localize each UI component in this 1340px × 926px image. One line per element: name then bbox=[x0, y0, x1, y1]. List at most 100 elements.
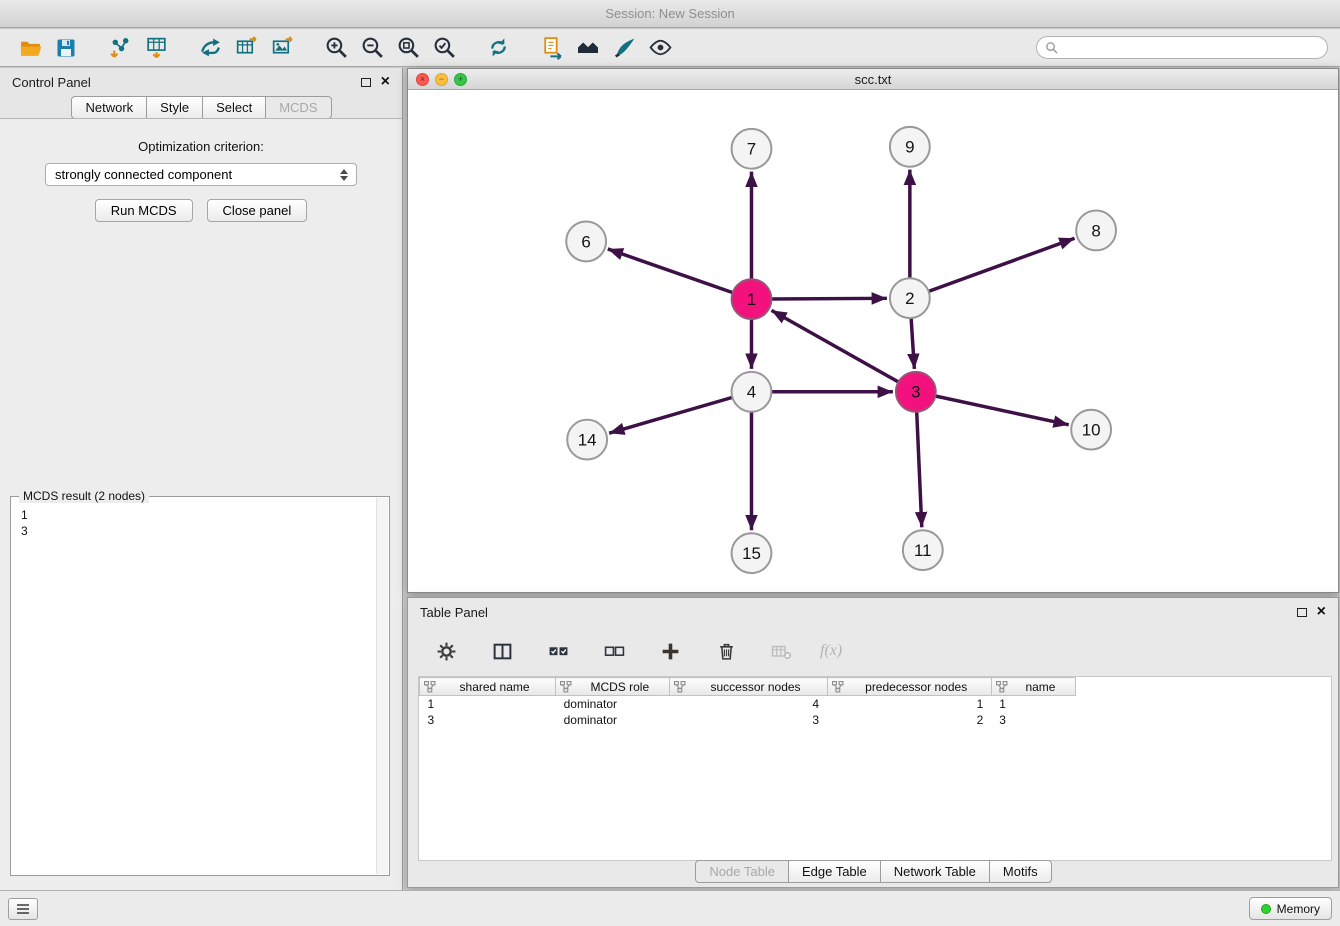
save-session-button[interactable] bbox=[48, 32, 84, 64]
export-table-icon bbox=[234, 35, 259, 60]
add-column-button[interactable] bbox=[652, 635, 688, 667]
column-header-shared-name[interactable]: shared name bbox=[420, 678, 556, 696]
graph-node-14[interactable]: 14 bbox=[567, 420, 607, 460]
table-cell[interactable]: 1 bbox=[420, 696, 556, 712]
cell-filler bbox=[1076, 696, 1331, 712]
zoom-selected-icon bbox=[432, 35, 457, 60]
style-brush-icon bbox=[612, 35, 637, 60]
table-row[interactable]: 1dominator411 bbox=[420, 696, 1332, 712]
show-hide-button[interactable] bbox=[642, 32, 678, 64]
graph-edge-1-2[interactable] bbox=[771, 298, 887, 299]
table-cell[interactable]: dominator bbox=[556, 712, 670, 728]
graph-edge-3-11[interactable] bbox=[917, 412, 922, 528]
table-cell[interactable]: 1 bbox=[827, 696, 991, 712]
show-columns-button[interactable] bbox=[484, 635, 520, 667]
node-table: shared nameMCDS rolesuccessor nodesprede… bbox=[418, 676, 1332, 861]
memory-label: Memory bbox=[1277, 902, 1320, 916]
export-image-button[interactable] bbox=[264, 32, 300, 64]
table-cell[interactable]: 3 bbox=[420, 712, 556, 728]
graph-node-label: 15 bbox=[742, 544, 761, 563]
graph-node-7[interactable]: 7 bbox=[732, 129, 772, 169]
export-table-button[interactable] bbox=[228, 32, 264, 64]
graph-node-6[interactable]: 6 bbox=[566, 221, 606, 261]
graph-edge-2-8[interactable] bbox=[929, 238, 1075, 291]
graph-edge-3-1[interactable] bbox=[771, 310, 898, 382]
graph-node-label: 7 bbox=[747, 140, 756, 159]
zoom-out-button[interactable] bbox=[354, 32, 390, 64]
export-network-button[interactable] bbox=[192, 32, 228, 64]
graph-node-4[interactable]: 4 bbox=[732, 372, 772, 412]
import-network-button[interactable] bbox=[102, 32, 138, 64]
table-cell[interactable]: dominator bbox=[556, 696, 670, 712]
tab-mcds[interactable]: MCDS bbox=[265, 96, 331, 119]
mcds-result-list: 13 bbox=[13, 499, 375, 873]
table-cell[interactable]: 1 bbox=[991, 696, 1075, 712]
close-window-icon[interactable]: × bbox=[416, 73, 429, 86]
home-button[interactable] bbox=[570, 32, 606, 64]
graph-node-11[interactable]: 11 bbox=[903, 530, 943, 570]
zoom-selected-button[interactable] bbox=[426, 32, 462, 64]
function-builder-icon[interactable]: f(x) bbox=[820, 642, 842, 660]
close-table-panel-icon[interactable]: × bbox=[1317, 604, 1326, 620]
maximize-window-icon[interactable]: + bbox=[454, 73, 467, 86]
minimize-window-icon[interactable]: − bbox=[435, 73, 448, 86]
table-cell[interactable]: 4 bbox=[670, 696, 827, 712]
apply-layout-button[interactable] bbox=[480, 32, 516, 64]
tab-motifs[interactable]: Motifs bbox=[989, 860, 1052, 883]
import-table-button[interactable] bbox=[138, 32, 174, 64]
column-header-name[interactable]: name bbox=[991, 678, 1075, 696]
tab-select[interactable]: Select bbox=[202, 96, 266, 119]
table-cell[interactable]: 3 bbox=[991, 712, 1075, 728]
tab-network-table[interactable]: Network Table bbox=[880, 860, 990, 883]
graph-edge-3-10[interactable] bbox=[935, 396, 1068, 425]
table-cell[interactable]: 2 bbox=[827, 712, 991, 728]
column-header-predecessor-nodes[interactable]: predecessor nodes bbox=[827, 678, 991, 696]
open-session-button[interactable] bbox=[12, 32, 48, 64]
tab-network[interactable]: Network bbox=[71, 96, 147, 119]
graph-node-15[interactable]: 15 bbox=[732, 533, 772, 573]
graph-node-2[interactable]: 2 bbox=[890, 278, 930, 318]
table-cell[interactable]: 3 bbox=[670, 712, 827, 728]
graph-edge-2-3[interactable] bbox=[911, 318, 914, 369]
network-graph[interactable]: 7 9 6 8 1 2 4 3 10 14 15 11 bbox=[408, 91, 1338, 592]
tab-node-table[interactable]: Node Table bbox=[695, 860, 789, 883]
apply-style-button[interactable] bbox=[606, 32, 642, 64]
result-scrollbar[interactable] bbox=[376, 498, 388, 874]
graph-node-label: 9 bbox=[905, 138, 914, 157]
graph-node-8[interactable]: 8 bbox=[1076, 211, 1116, 251]
column-header-mcds-role[interactable]: MCDS role bbox=[556, 678, 670, 696]
zoom-fit-button[interactable] bbox=[390, 32, 426, 64]
select-all-button[interactable] bbox=[540, 635, 576, 667]
graph-node-1[interactable]: 1 bbox=[732, 279, 772, 319]
table-settings-button[interactable] bbox=[428, 635, 464, 667]
graph-node-3[interactable]: 3 bbox=[896, 372, 936, 412]
delete-column-button[interactable] bbox=[708, 635, 744, 667]
table-panel-title: Table Panel bbox=[420, 605, 488, 620]
tab-style[interactable]: Style bbox=[146, 96, 203, 119]
network-canvas[interactable]: 7 9 6 8 1 2 4 3 10 14 15 11 bbox=[408, 91, 1338, 592]
delete-table-button[interactable] bbox=[764, 635, 800, 667]
graph-node-10[interactable]: 10 bbox=[1071, 410, 1111, 450]
zoom-in-button[interactable] bbox=[318, 32, 354, 64]
control-panel-header: Control Panel × bbox=[0, 68, 402, 96]
node-table-body: 1dominator4113dominator323 bbox=[420, 696, 1332, 728]
graph-node-9[interactable]: 9 bbox=[890, 127, 930, 167]
task-history-button[interactable] bbox=[8, 898, 38, 920]
copy-document-icon bbox=[540, 35, 565, 60]
table-row[interactable]: 3dominator323 bbox=[420, 712, 1332, 728]
close-panel-icon[interactable]: × bbox=[381, 74, 390, 90]
float-table-panel-icon[interactable] bbox=[1297, 608, 1307, 617]
graph-edge-4-14[interactable] bbox=[609, 397, 732, 433]
float-panel-icon[interactable] bbox=[361, 78, 371, 87]
search-input[interactable] bbox=[1063, 41, 1319, 55]
tab-edge-table[interactable]: Edge Table bbox=[788, 860, 881, 883]
run-mcds-button[interactable]: Run MCDS bbox=[95, 199, 193, 222]
memory-button[interactable]: Memory bbox=[1249, 897, 1332, 920]
deselect-all-button[interactable] bbox=[596, 635, 632, 667]
copy-view-button[interactable] bbox=[534, 32, 570, 64]
column-header-successor-nodes[interactable]: successor nodes bbox=[670, 678, 827, 696]
close-panel-button[interactable]: Close panel bbox=[207, 199, 308, 222]
criterion-dropdown[interactable]: strongly connected component bbox=[45, 163, 357, 186]
search-box[interactable] bbox=[1036, 36, 1328, 59]
graph-edge-1-6[interactable] bbox=[608, 249, 733, 293]
